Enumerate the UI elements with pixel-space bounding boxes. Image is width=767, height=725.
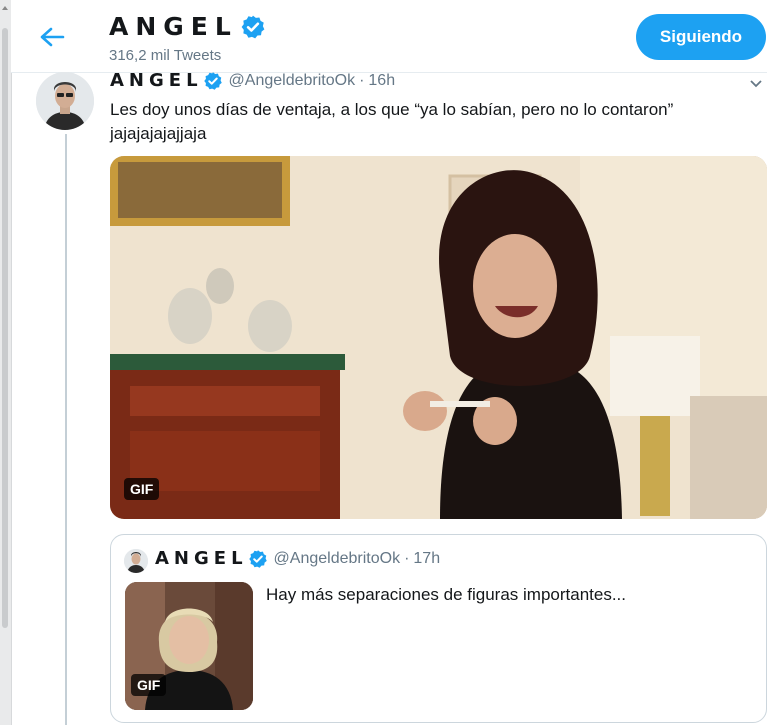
verified-badge-icon bbox=[241, 15, 265, 38]
verified-badge-icon bbox=[203, 71, 222, 90]
quoted-tweet-header: ANGEL @AngeldebritoOk · 17h bbox=[155, 548, 440, 569]
scroll-up-icon[interactable] bbox=[2, 6, 8, 10]
chevron-down-icon bbox=[750, 80, 762, 88]
quoted-tweet-text: Hay más separaciones de figuras importan… bbox=[266, 585, 627, 604]
tweet-author-name[interactable]: ANGEL bbox=[110, 70, 203, 91]
following-button[interactable]: Siguiendo bbox=[636, 14, 766, 60]
profile-name: ANGEL bbox=[109, 12, 266, 41]
avatar bbox=[124, 549, 148, 573]
left-scrollbar[interactable] bbox=[0, 0, 12, 725]
tweet-header: ANGEL @AngeldebritoOk · 16h bbox=[110, 70, 395, 91]
tweet-count: 316,2 mil Tweets bbox=[109, 47, 222, 64]
tweet-author-handle[interactable]: @AngeldebritoOk bbox=[229, 72, 356, 90]
tweet-media-gif[interactable]: GIF bbox=[110, 156, 767, 519]
quoted-author-name: ANGEL bbox=[155, 548, 248, 569]
quoted-tweet-timestamp: 17h bbox=[413, 549, 441, 567]
separator-dot: · bbox=[359, 71, 365, 89]
quoted-author-handle: @AngeldebritoOk bbox=[273, 549, 401, 567]
back-button[interactable] bbox=[37, 22, 67, 52]
tweet-text: Les doy unos días de ventaja, a los que … bbox=[110, 100, 674, 143]
profile-header: ANGEL 316,2 mil Tweets Siguiendo bbox=[11, 0, 767, 73]
verified-badge-icon bbox=[248, 549, 267, 568]
tweet-timestamp[interactable]: 16h bbox=[368, 72, 395, 90]
quoted-tweet[interactable]: ANGEL @AngeldebritoOk · 17h GIF Hay más … bbox=[110, 534, 767, 723]
avatar-image bbox=[124, 549, 148, 573]
scrollbar-thumb[interactable] bbox=[2, 28, 8, 628]
gif-badge: GIF bbox=[124, 478, 160, 500]
gif-scene-image bbox=[110, 156, 767, 519]
quoted-tweet-media-gif[interactable]: GIF bbox=[125, 582, 253, 710]
tweet-menu-button[interactable] bbox=[750, 76, 762, 88]
gif-badge: GIF bbox=[131, 674, 167, 696]
arrow-left-icon bbox=[40, 27, 65, 47]
thread-line bbox=[65, 134, 67, 725]
avatar[interactable] bbox=[36, 72, 94, 130]
separator-dot: · bbox=[404, 549, 410, 567]
avatar-image bbox=[36, 72, 94, 130]
profile-name-text: ANGEL bbox=[109, 12, 238, 41]
